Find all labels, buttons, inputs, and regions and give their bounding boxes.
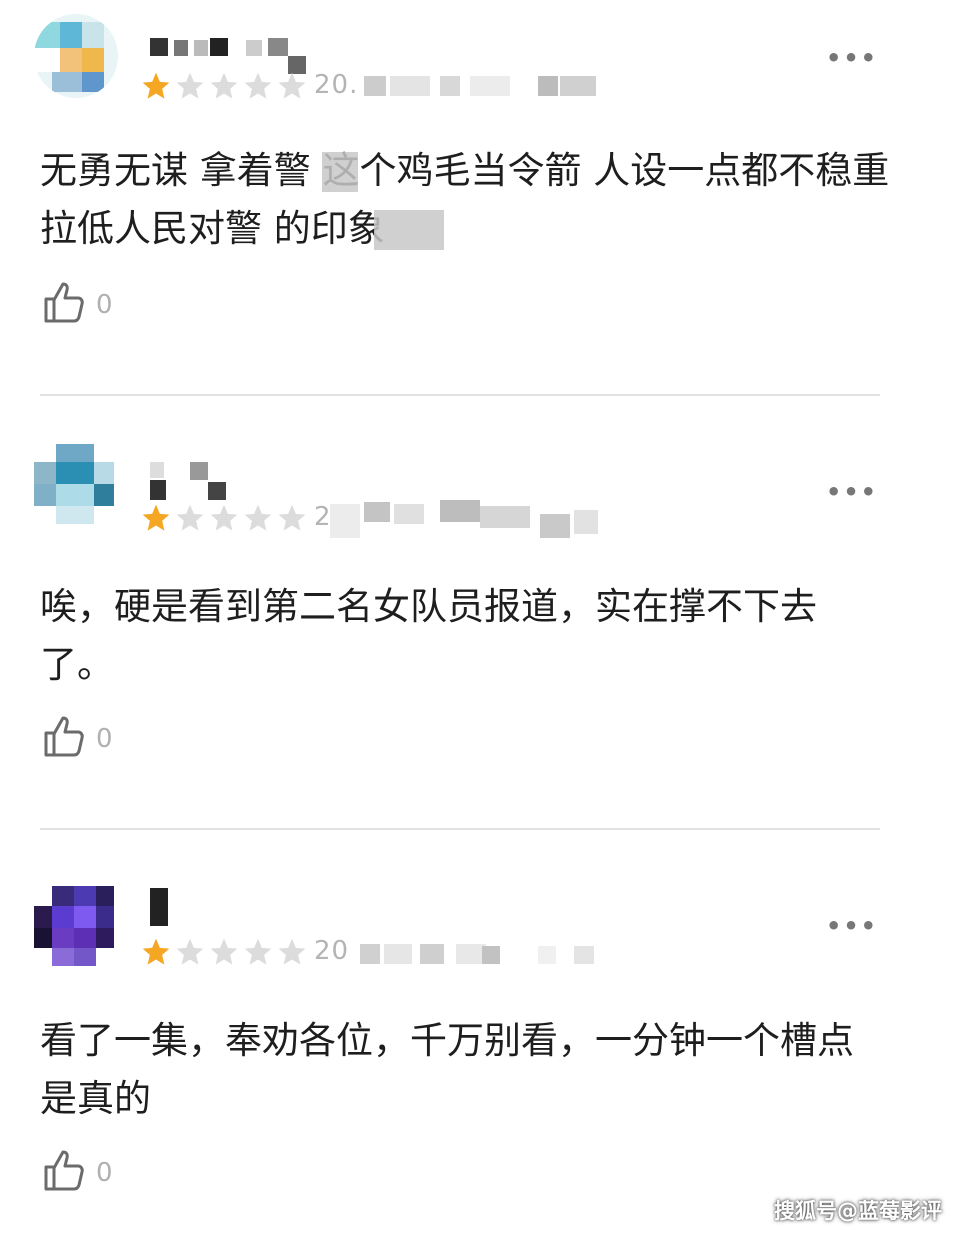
like-count: 0 — [96, 290, 113, 320]
review-content: 唉，硬是看到第二名女队员报道，实在撑不下去了。 — [40, 585, 817, 686]
date-blurred — [360, 944, 600, 968]
date-blurred — [330, 500, 600, 540]
star-empty-icon — [244, 72, 272, 99]
watermark: 搜狐号@蓝莓影评 — [774, 1199, 942, 1223]
review-content: 看了一集，奉劝各位，千万别看，一分钟一个槽点是真的 — [40, 1019, 854, 1120]
divider — [40, 828, 880, 830]
censor-mosaic — [374, 210, 444, 250]
star-empty-icon — [176, 72, 204, 99]
like-count: 0 — [96, 1158, 113, 1188]
star-empty-icon — [278, 504, 306, 531]
avatar[interactable] — [34, 886, 118, 970]
like-button[interactable]: 0 — [40, 1146, 113, 1194]
thumbs-up-icon — [44, 716, 84, 757]
star-empty-icon — [278, 938, 306, 965]
avatar[interactable] — [34, 444, 118, 528]
rating-stars — [140, 502, 308, 534]
more-options-icon[interactable]: ••• — [826, 912, 878, 940]
star-empty-icon — [210, 72, 238, 99]
review-date: 20 — [314, 936, 350, 966]
username-blurred[interactable] — [150, 888, 330, 926]
star-filled-icon — [142, 504, 170, 531]
star-empty-icon — [176, 938, 204, 965]
star-empty-icon — [244, 504, 272, 531]
rating-stars — [140, 936, 308, 968]
star-empty-icon — [176, 504, 204, 531]
star-empty-icon — [244, 938, 272, 965]
like-button[interactable]: 0 — [40, 712, 113, 760]
star-filled-icon — [142, 938, 170, 965]
star-empty-icon — [278, 72, 306, 99]
review-content: 无勇无谋 拿着警 这个鸡毛当令箭 人设一点都不稳重 拉低人民对警 的印象 — [40, 149, 890, 250]
thumbs-up-icon — [44, 282, 84, 323]
more-options-icon[interactable]: ••• — [826, 478, 878, 506]
star-empty-icon — [210, 938, 238, 965]
star-empty-icon — [210, 504, 238, 531]
like-button[interactable]: 0 — [40, 278, 113, 326]
censor-mosaic — [322, 152, 358, 192]
divider — [40, 394, 880, 396]
review-date: 2 — [314, 502, 332, 532]
star-filled-icon — [142, 72, 170, 99]
like-count: 0 — [96, 724, 113, 754]
username-blurred[interactable] — [150, 462, 330, 500]
thumbs-up-icon — [44, 1150, 84, 1191]
more-options-icon[interactable]: ••• — [826, 44, 878, 72]
avatar[interactable] — [34, 14, 118, 98]
review-date: 20. — [314, 70, 359, 100]
date-blurred — [360, 76, 600, 100]
username-blurred[interactable] — [150, 34, 330, 74]
rating-stars — [140, 70, 308, 102]
